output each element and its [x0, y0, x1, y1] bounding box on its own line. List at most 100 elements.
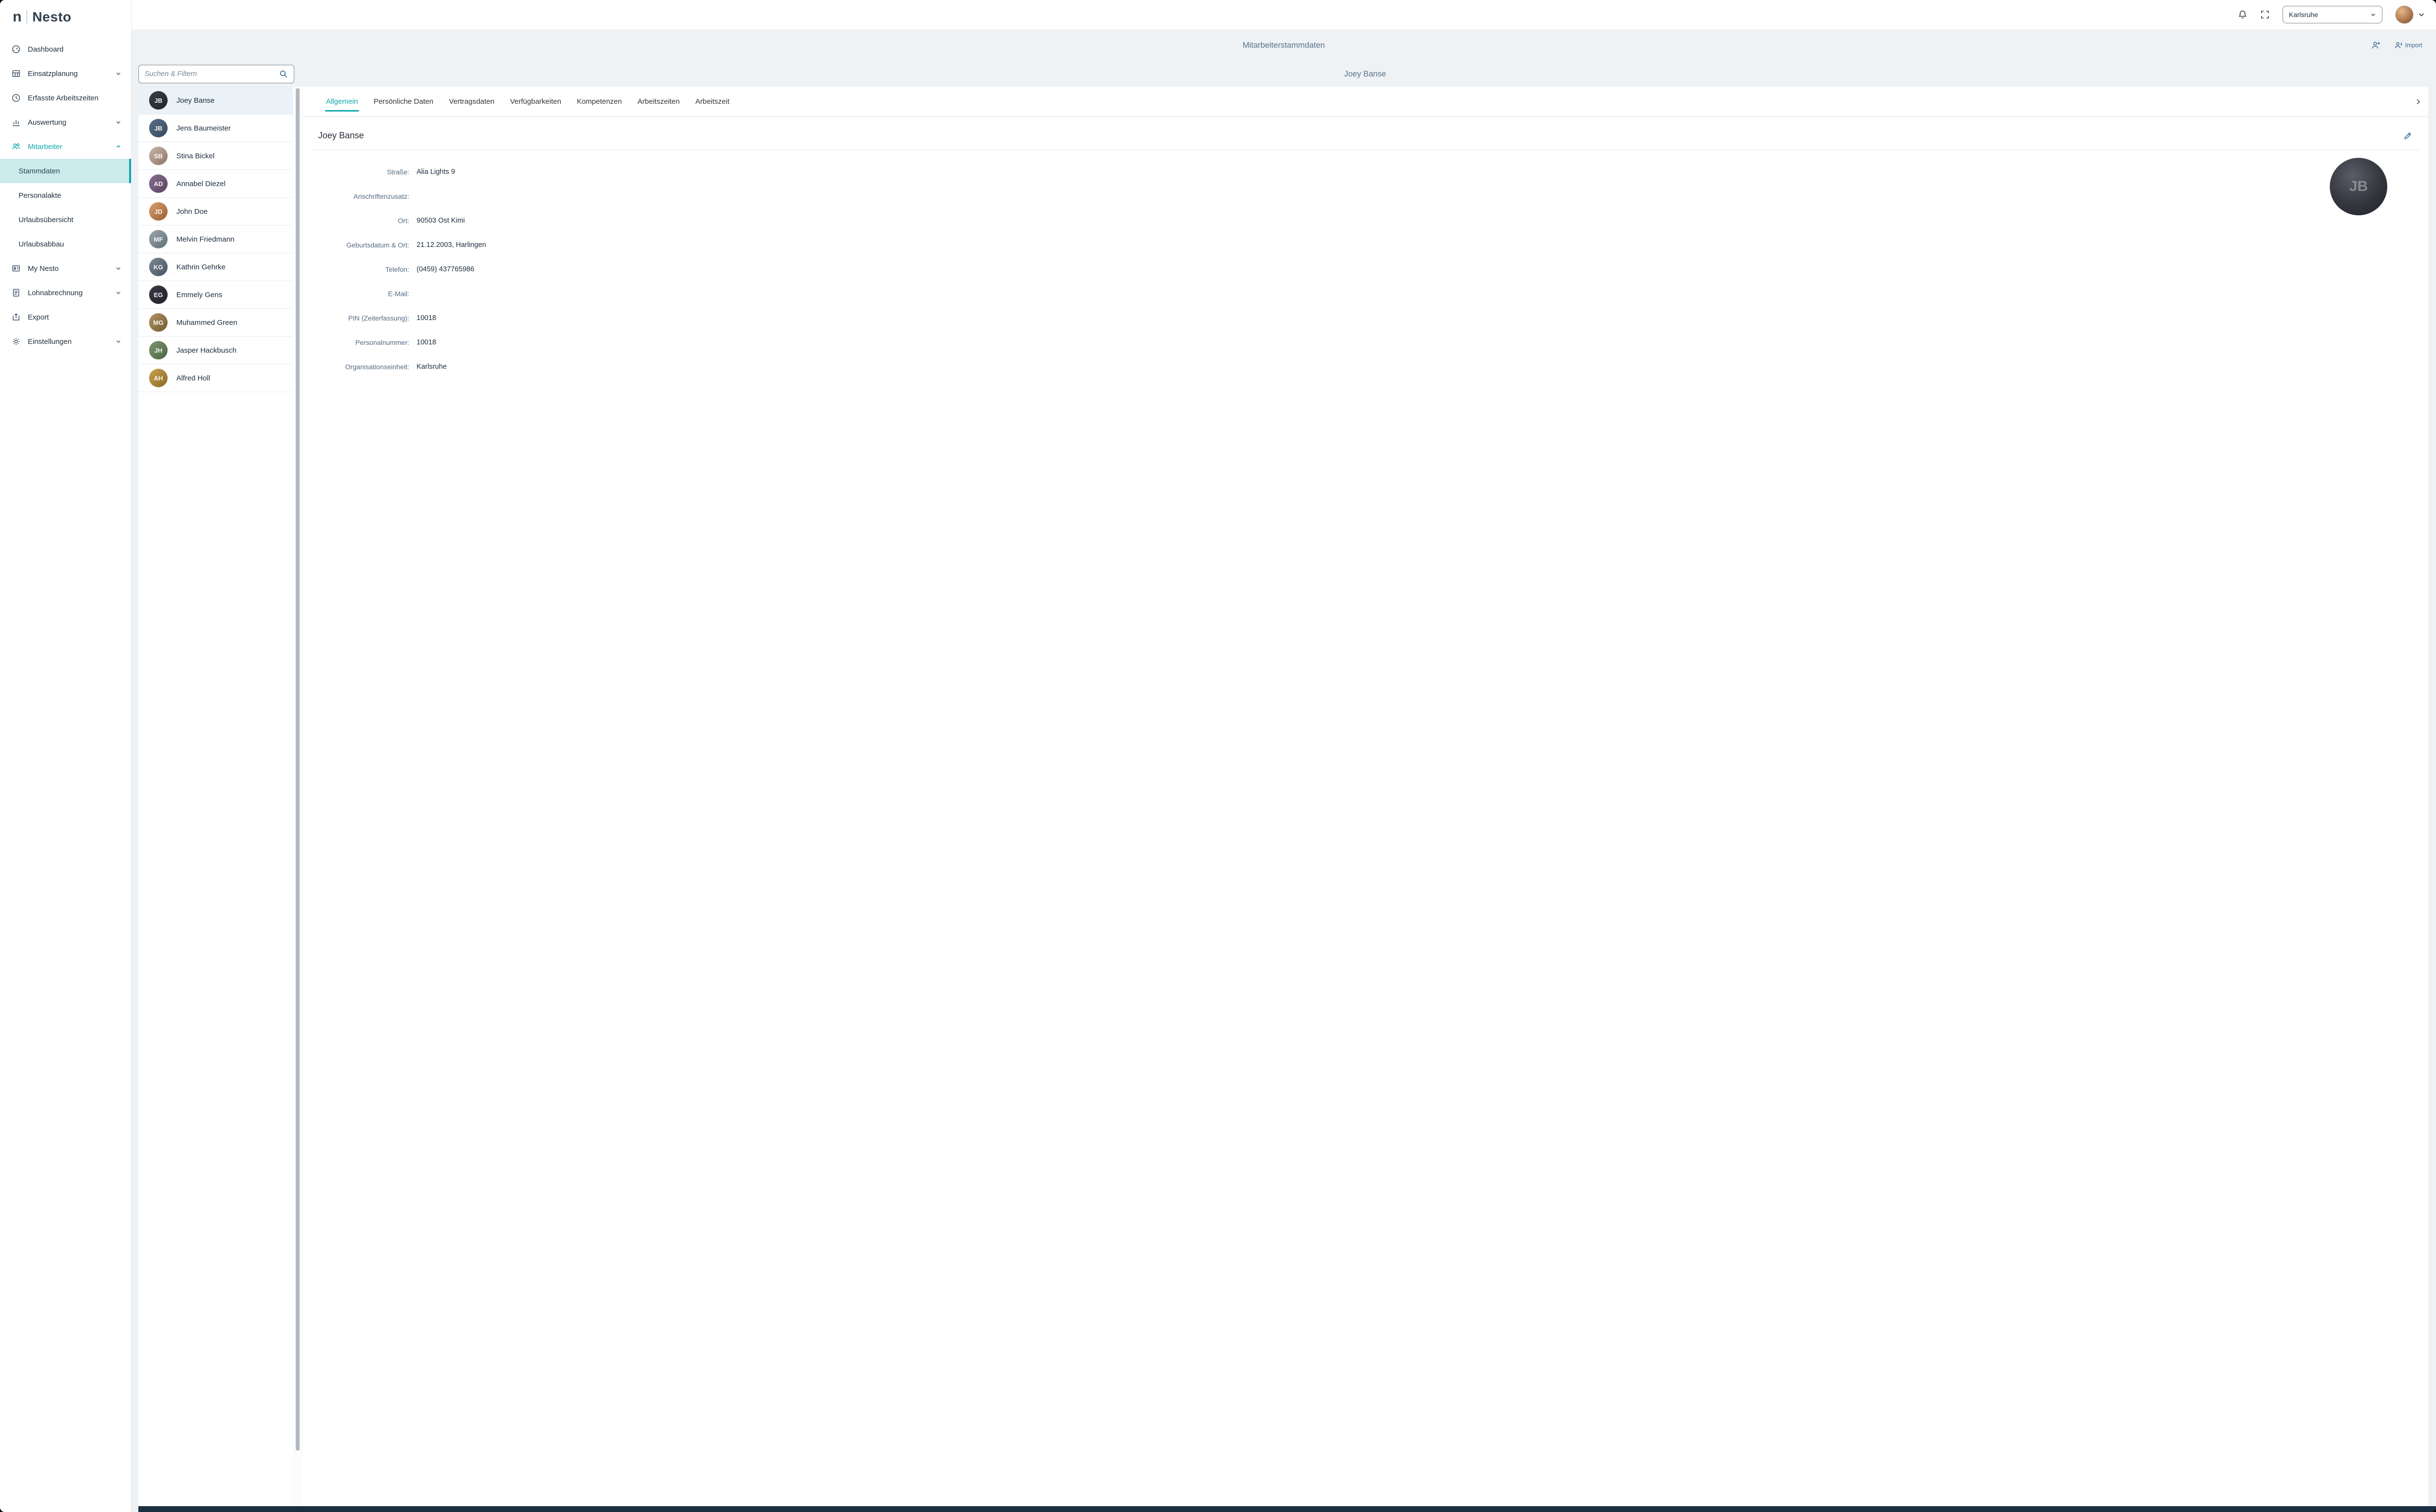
tab-arbeitszeiten[interactable]: Arbeitszeiten — [630, 87, 688, 116]
section-head: Joey Banse — [310, 117, 2420, 150]
sidebar-item-label: My Nesto — [28, 265, 58, 273]
field-label: Geburtsdatum & Ort: — [310, 241, 417, 249]
employee-list-item[interactable]: AH Alfred Holl — [138, 364, 293, 392]
edit-button[interactable] — [2403, 131, 2413, 141]
sidebar-item-erfasste-arbeitszeiten[interactable]: Erfasste Arbeitszeiten — [0, 86, 131, 110]
field-value: 10018 — [417, 339, 436, 346]
field-row-pin: PIN (Zeiterfassung): 10018 — [310, 306, 2420, 330]
field-label: Anschriftenzusatz: — [310, 192, 417, 200]
fields-list: Straße: Alia Lights 9 Anschriftenzusatz:… — [310, 160, 2420, 379]
employee-list-item[interactable]: MG Muhammed Green — [138, 309, 293, 337]
search-input[interactable] — [145, 70, 279, 78]
chevron-down-icon — [115, 119, 121, 125]
employee-list-item[interactable]: EG Emmely Gens — [138, 281, 293, 309]
tab-arbeitszeit-truncated[interactable]: Arbeitszeit — [687, 87, 737, 116]
dashboard-icon — [12, 45, 20, 54]
field-value: (0459) 437765986 — [417, 265, 475, 273]
location-select[interactable]: Karlsruhe — [2283, 6, 2382, 23]
detail-tabs: Allgemein Persönliche Daten Vertragsdate… — [303, 87, 2428, 117]
employee-list-item[interactable]: KG Kathrin Gehrke — [138, 253, 293, 281]
tab-kompetenzen[interactable]: Kompetenzen — [569, 87, 630, 116]
fullscreen-icon — [2260, 10, 2270, 19]
field-label: Personalnummer: — [310, 339, 417, 346]
chevron-right-icon — [2415, 98, 2421, 105]
chevron-down-icon — [115, 339, 121, 344]
tab-label: Arbeitszeit — [695, 97, 729, 106]
export-icon — [12, 313, 20, 321]
tab-persoenliche-daten[interactable]: Persönliche Daten — [366, 87, 441, 116]
employee-name: Alfred Holl — [176, 374, 210, 382]
sidebar-item-lohnabrechnung[interactable]: Lohnabrechnung — [0, 281, 131, 305]
employee-list-item[interactable]: JB Jens Baumeister — [138, 114, 293, 142]
sidebar-item-mitarbeiter[interactable]: Mitarbeiter — [0, 134, 131, 159]
sidebar-item-label: Dashboard — [28, 45, 63, 54]
field-value: Karlsruhe — [417, 363, 447, 371]
notifications-button[interactable] — [2238, 10, 2247, 19]
employee-list: JB Joey Banse JB Jens Baumeister SB Stin… — [138, 87, 293, 1506]
tab-label: Allgemein — [326, 97, 358, 106]
chevron-down-icon — [115, 290, 121, 296]
employee-name: Annabel Diezel — [176, 180, 226, 188]
nesto-logo: n Nesto — [0, 0, 131, 33]
tabs-overflow-button[interactable] — [2408, 87, 2421, 116]
field-label: PIN (Zeiterfassung): — [310, 314, 417, 322]
employee-avatar: JB — [149, 91, 168, 110]
header-actions: Import — [2371, 40, 2436, 51]
sidebar-item-urlaubsabbau[interactable]: Urlaubsabbau — [0, 232, 131, 256]
filter-row: Joey Banse — [132, 61, 2436, 87]
tab-vertragsdaten[interactable]: Vertragsdaten — [441, 87, 502, 116]
chevron-down-icon — [115, 265, 121, 271]
employee-list-item[interactable]: JD John Doe — [138, 198, 293, 226]
fullscreen-button[interactable] — [2260, 10, 2270, 19]
sidebar-item-export[interactable]: Export — [0, 305, 131, 329]
page-title: Mitarbeiterstammdaten — [132, 41, 2436, 50]
avatar — [2395, 5, 2414, 24]
field-label: Organisationseinheit: — [310, 363, 417, 371]
sidebar-item-stammdaten[interactable]: Stammdaten — [0, 159, 131, 183]
search-box — [138, 65, 294, 83]
search-icon[interactable] — [279, 70, 288, 78]
content-row: JB Joey Banse JB Jens Baumeister SB Stin… — [132, 87, 2436, 1506]
logo-divider — [26, 11, 27, 23]
employee-section-title: Joey Banse — [318, 131, 364, 141]
employee-avatar: KG — [149, 258, 168, 276]
sidebar-item-einstellungen[interactable]: Einstellungen — [0, 329, 131, 354]
employee-avatar: MG — [149, 313, 168, 332]
sidebar-item-urlaubsuebersicht[interactable]: Urlaubsübersicht — [0, 208, 131, 232]
logo-name: Nesto — [32, 10, 71, 24]
employee-name: Muhammed Green — [176, 319, 237, 327]
person-import-icon — [2394, 41, 2403, 50]
employee-list-item[interactable]: SB Stina Bickel — [138, 142, 293, 170]
employee-list-item[interactable]: AD Annabel Diezel — [138, 170, 293, 198]
tab-label: Verfügbarkeiten — [510, 97, 561, 106]
sidebar-item-auswertung[interactable]: Auswertung — [0, 110, 131, 134]
employee-avatar: JH — [149, 341, 168, 359]
tab-verfuegbarkeiten[interactable]: Verfügbarkeiten — [502, 87, 569, 116]
scrollbar-thumb[interactable] — [296, 88, 300, 1451]
sidebar-item-einsatzplanung[interactable]: Einsatzplanung — [0, 61, 131, 86]
chevron-down-icon — [2417, 11, 2425, 19]
import-label: Import — [2405, 42, 2422, 49]
employee-list-item[interactable]: MF Melvin Friedmann — [138, 226, 293, 253]
sidebar-item-personalakte[interactable]: Personalakte — [0, 183, 131, 208]
employee-avatar: JD — [149, 202, 168, 221]
employee-name: Jasper Hackbusch — [176, 346, 236, 355]
user-menu[interactable] — [2395, 5, 2425, 24]
employee-avatar: MF — [149, 230, 168, 248]
bar-chart-icon — [12, 118, 20, 127]
tab-allgemein[interactable]: Allgemein — [318, 87, 366, 116]
field-value: 21.12.2003, Harlingen — [417, 241, 486, 249]
tab-label: Persönliche Daten — [374, 97, 434, 106]
field-row-email: E-Mail: — [310, 282, 2420, 306]
sidebar-subitem-label: Urlaubsübersicht — [19, 216, 74, 224]
sidebar-item-dashboard[interactable]: Dashboard — [0, 37, 131, 61]
sidebar-nav: Dashboard Einsatzplanung Erfasste Arbeit… — [0, 37, 131, 354]
sidebar-item-my-nesto[interactable]: My Nesto — [0, 256, 131, 281]
tab-label: Vertragsdaten — [449, 97, 494, 106]
employee-list-item[interactable]: JH Jasper Hackbusch — [138, 337, 293, 364]
employee-list-item[interactable]: JB Joey Banse — [138, 87, 293, 114]
add-employee-button[interactable] — [2371, 40, 2381, 51]
field-row-geburtsdatum: Geburtsdatum & Ort: 21.12.2003, Harlinge… — [310, 233, 2420, 257]
list-scrollbar — [293, 87, 303, 1506]
import-button[interactable]: Import — [2394, 41, 2422, 50]
